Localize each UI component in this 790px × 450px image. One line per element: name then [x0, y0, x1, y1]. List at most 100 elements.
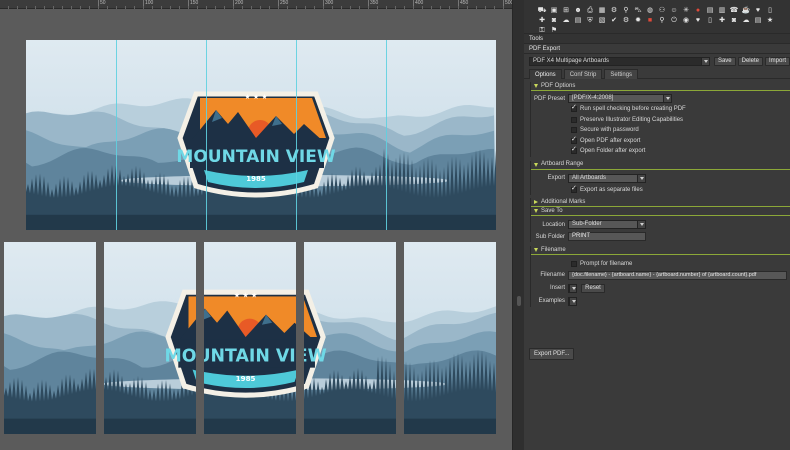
artboard-guide — [296, 40, 297, 230]
tab-conf-strip[interactable]: Conf Strip — [563, 69, 603, 79]
examples-select[interactable] — [568, 296, 577, 306]
phone-icon[interactable]: ☎ — [730, 7, 739, 15]
light-icon[interactable]: ✳ — [682, 7, 690, 15]
pdf-option-row[interactable]: Open PDF after export — [531, 135, 790, 147]
red-stop-icon[interactable]: ● — [694, 7, 702, 15]
artboard-canvas[interactable]: 50100150200250300350400450500 ★ ★ ★ MOUN… — [0, 0, 512, 450]
artboard-wide[interactable]: ★ ★ ★ MOUNTAIN VIEW 1985 — [26, 40, 496, 230]
document2-icon[interactable]: ▯ — [706, 17, 714, 25]
pdf-option-row[interactable]: Secure with password — [531, 125, 790, 136]
export-separate-checkbox[interactable] — [571, 184, 577, 193]
cog-icon[interactable]: ⚙ — [622, 17, 630, 25]
artboard-range-header[interactable]: Artboard Range — [531, 161, 790, 170]
save-button[interactable]: Save — [713, 57, 736, 66]
additional-marks-header[interactable]: Additional Marks — [531, 198, 790, 207]
ruler-minor-tick — [44, 6, 45, 9]
bicycle-icon[interactable]: ⚲ — [658, 17, 666, 25]
subfolder-input[interactable]: PRINT — [568, 232, 646, 241]
cloud2-icon[interactable]: ☁ — [742, 17, 750, 25]
bus-icon[interactable]: ⛟ — [538, 7, 547, 15]
vertical-scrollbar[interactable] — [512, 0, 524, 450]
heart2-icon[interactable]: ♥ — [694, 17, 702, 25]
ruler-minor-tick — [278, 6, 279, 9]
pin-icon[interactable]: ⚲ — [622, 7, 630, 15]
star-icon[interactable]: ★ — [766, 17, 774, 25]
film-icon[interactable]: ▥ — [718, 7, 726, 15]
calendar-icon[interactable]: ▤ — [706, 7, 714, 15]
pdf-option-checkbox[interactable] — [571, 116, 577, 123]
scrollbar-grip[interactable] — [517, 296, 521, 306]
artboard-strip-1[interactable]: ★ ★ ★ MOUNTAIN VIEW1985 — [4, 242, 96, 434]
prompt-filename-row[interactable]: Prompt for filename — [531, 259, 790, 270]
check-icon[interactable]: ✔ — [610, 17, 618, 25]
clipboard-icon[interactable]: ▧ — [598, 17, 606, 25]
pdf-option-row[interactable]: Open Folder after export — [531, 145, 790, 157]
plus-box-icon[interactable]: ⊞ — [562, 7, 570, 15]
speaker-icon[interactable]: ◉ — [682, 17, 690, 25]
export-value: All Artboards — [572, 174, 607, 181]
export-pdf-button[interactable]: Export PDF... — [529, 348, 575, 360]
user-icon[interactable]: ☻ — [574, 7, 582, 15]
tab-settings[interactable]: Settings — [604, 69, 639, 79]
bell-icon[interactable]: ◍ — [646, 7, 654, 15]
ruler-minor-tick — [485, 6, 486, 9]
red-square-icon[interactable]: ■ — [646, 17, 654, 25]
puzzle2-icon[interactable]: ✚ — [718, 17, 726, 25]
glasses-icon[interactable]: ⚇ — [658, 7, 666, 15]
pdf-option-checkbox[interactable] — [571, 145, 577, 155]
camera-icon[interactable]: ◙ — [550, 17, 558, 25]
import-button[interactable]: Import — [764, 57, 790, 66]
ruler-minor-tick — [242, 6, 243, 9]
expand-triangle-icon — [534, 162, 538, 167]
gear-icon[interactable]: ⚙ — [610, 7, 618, 15]
artboard-strip-4[interactable]: ★ ★ ★ MOUNTAIN VIEW1985 — [304, 242, 396, 434]
location-select[interactable]: Sub-Folder — [568, 220, 646, 229]
insert-select[interactable] — [568, 283, 577, 293]
notes-icon[interactable]: ▤ — [574, 17, 582, 25]
delete-button[interactable]: Delete — [737, 57, 763, 66]
pdf-option-label: Run spell checking before creating PDF — [580, 106, 686, 113]
shield-icon[interactable]: ⛨ — [586, 17, 594, 25]
pdf-option-checkbox[interactable] — [571, 103, 577, 113]
ruler-minor-tick — [53, 6, 54, 9]
pdf-preset-select[interactable]: [PDF/X-4:2008] — [568, 94, 672, 103]
artboard-strip-2[interactable]: ★ ★ ★ MOUNTAIN VIEW1985 — [104, 242, 196, 434]
save-to-header[interactable]: Save To — [531, 207, 790, 216]
ruler-minor-tick — [206, 6, 207, 9]
fire-icon[interactable]: ✹ — [634, 17, 642, 25]
cup-icon[interactable]: ☕ — [742, 7, 751, 15]
artboard-range-title: Artboard Range — [541, 161, 584, 167]
ruler-minor-tick — [35, 6, 36, 9]
camera2-icon[interactable]: ◙ — [730, 17, 738, 25]
cloud-icon[interactable]: ☁ — [562, 17, 570, 25]
pdf-option-label: Secure with password — [580, 127, 639, 134]
pdf-option-row[interactable]: Preserve Illustrator Editing Capabilitie… — [531, 115, 790, 126]
power-icon[interactable]: ⏻ — [670, 17, 678, 25]
tab-options[interactable]: Options — [529, 69, 562, 79]
table-icon[interactable]: ▦ — [598, 7, 606, 15]
box-icon[interactable]: ▣ — [550, 7, 558, 15]
export-select[interactable]: All Artboards — [568, 173, 646, 183]
document-icon[interactable]: ▯ — [766, 7, 774, 15]
notes2-icon[interactable]: ▤ — [754, 17, 762, 25]
tools-header: Tools — [524, 34, 790, 44]
car-icon[interactable]: ⛍ — [634, 7, 642, 15]
reset-button[interactable]: Reset — [581, 283, 605, 293]
filename-input[interactable]: {doc.filename} - {artboard.name} - {artb… — [568, 270, 787, 280]
artboard-strip-3[interactable]: ★ ★ ★ MOUNTAIN VIEW 1985 — [204, 242, 296, 434]
pdf-options-header[interactable]: PDF Options — [531, 82, 790, 91]
puzzle-icon[interactable]: ✚ — [538, 17, 546, 25]
heart-icon[interactable]: ♥ — [754, 7, 762, 15]
pdf-option-row[interactable]: Run spell checking before creating PDF — [531, 103, 790, 115]
preset-select[interactable]: PDF X4 Multipage Artboards — [529, 57, 710, 66]
ruler-minor-tick — [305, 6, 306, 9]
filename-header[interactable]: Filename — [531, 246, 790, 255]
pdf-option-checkbox[interactable] — [571, 135, 577, 144]
prompt-filename-checkbox[interactable] — [571, 261, 577, 268]
pdf-option-checkbox[interactable] — [571, 127, 577, 134]
printer-icon[interactable]: ⎙ — [586, 7, 594, 15]
artboard-strip-5[interactable]: ★ ★ ★ MOUNTAIN VIEW1985 — [404, 242, 496, 434]
export-separate-row[interactable]: Export as separate files — [531, 184, 790, 196]
flag-icon[interactable]: ⚑ — [550, 27, 558, 35]
mask-icon[interactable]: ☺ — [670, 7, 678, 15]
